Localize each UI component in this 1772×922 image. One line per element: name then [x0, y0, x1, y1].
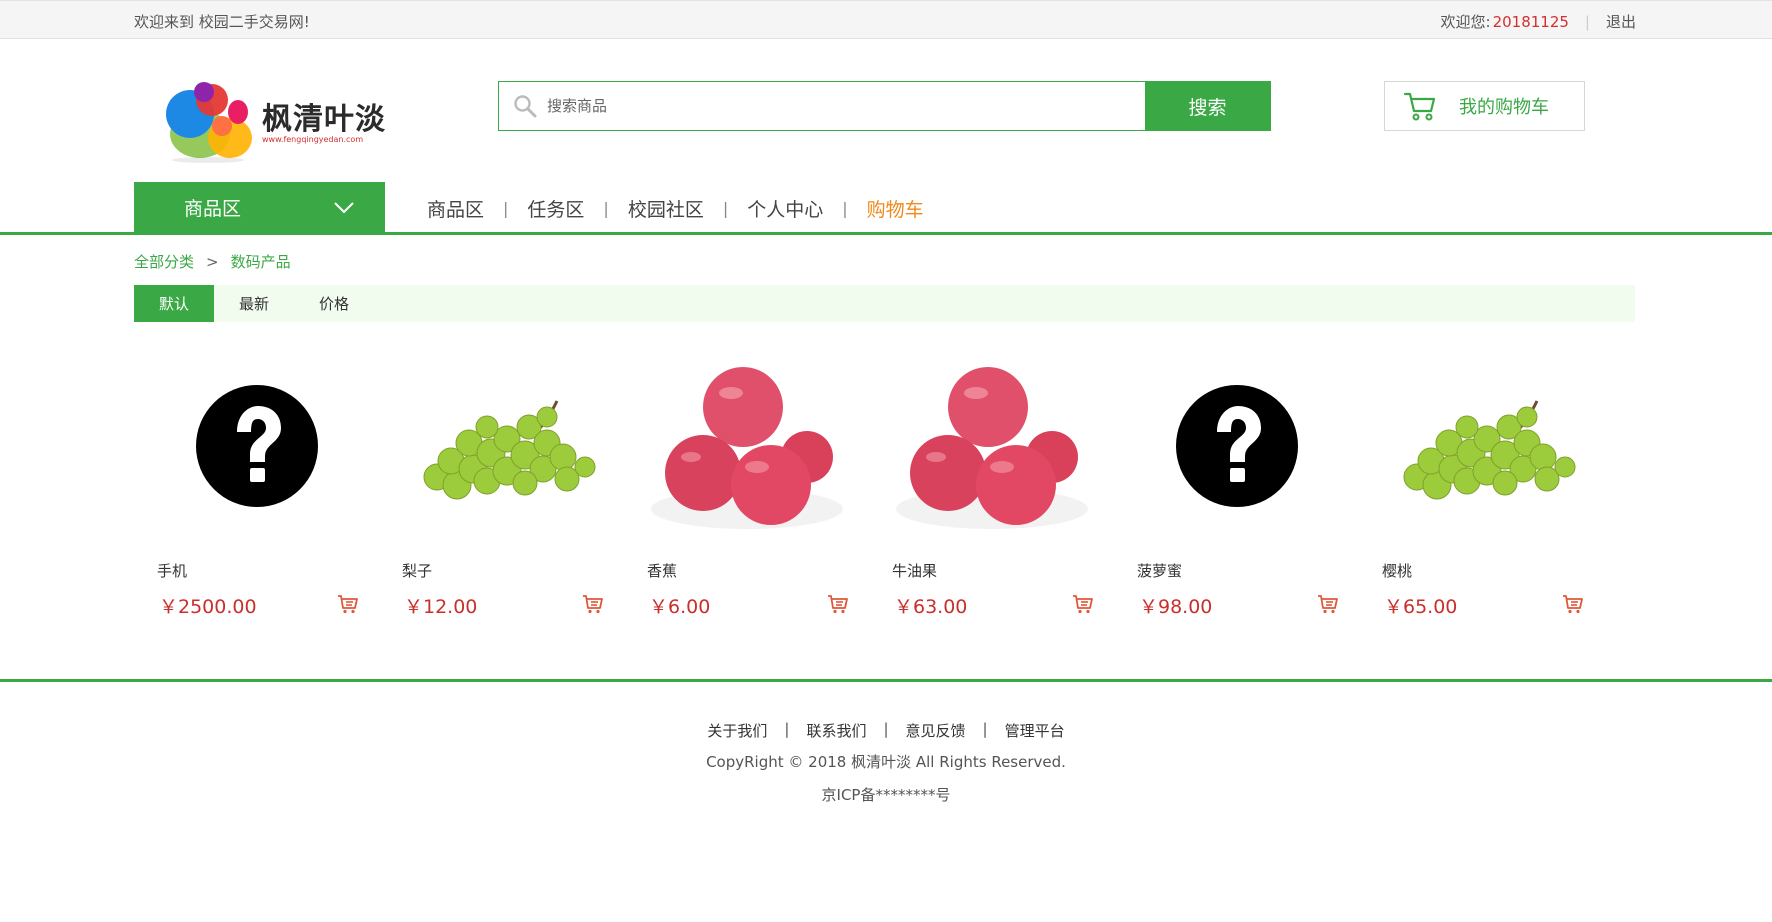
- product-card[interactable]: 手机 ￥2500.00: [134, 346, 379, 628]
- site-logo[interactable]: 枫清叶淡 www.fengqingyedan.com: [160, 78, 385, 164]
- product-card[interactable]: 菠萝蜜 ￥98.00: [1114, 346, 1359, 628]
- apples-image: [895, 367, 1088, 529]
- product-name[interactable]: 菠萝蜜: [1137, 560, 1182, 581]
- category-dropdown[interactable]: 商品区: [134, 182, 385, 233]
- nav-item-tasks[interactable]: 任务区: [527, 195, 584, 222]
- user-id[interactable]: 20181125: [1493, 13, 1569, 31]
- divider: |: [1584, 12, 1590, 31]
- sort-default-tab[interactable]: 默认: [134, 285, 214, 322]
- footer-separator: |: [784, 720, 790, 738]
- sort-newest-tab[interactable]: 最新: [214, 285, 294, 322]
- footer-separator: |: [883, 720, 889, 738]
- question-placeholder-icon: [195, 385, 318, 507]
- nav-item-products[interactable]: 商品区: [427, 195, 484, 222]
- footer-link-about[interactable]: 关于我们: [707, 720, 767, 741]
- product-card[interactable]: 樱桃 ￥65.00: [1359, 346, 1604, 628]
- nav-separator: |: [722, 199, 729, 218]
- nav-separator: |: [603, 199, 609, 218]
- breadcrumb-separator: >: [206, 252, 219, 271]
- grapes-image: [1403, 400, 1575, 500]
- search-input[interactable]: [547, 97, 1027, 115]
- logout-link[interactable]: 退出: [1606, 11, 1636, 32]
- logo-brand-text: 枫清叶淡: [262, 102, 386, 137]
- grapes-image: [423, 400, 595, 500]
- breadcrumb: 全部分类 > 数码产品: [134, 251, 291, 272]
- search-icon: [514, 95, 537, 118]
- sort-bar: 默认 最新 价格: [134, 285, 1635, 322]
- main-nav: 商品区 | 任务区 | 校园社区 | 个人中心 | 购物车: [427, 195, 924, 222]
- nav-divider-line: [0, 232, 1772, 235]
- user-area: 欢迎您: 20181125 | 退出: [1441, 11, 1637, 32]
- sort-price-tab[interactable]: 价格: [294, 285, 374, 322]
- footer-link-contact[interactable]: 联系我们: [806, 720, 866, 741]
- product-price: ￥6.00: [649, 596, 711, 618]
- product-image[interactable]: [399, 346, 604, 546]
- greeting-text: 欢迎您:: [1440, 13, 1491, 31]
- footer-separator: |: [982, 720, 988, 738]
- copyright-text: CopyRight © 2018 枫清叶淡 All Rights Reserve…: [706, 753, 1066, 771]
- top-bar: 欢迎来到 校园二手交易网! 欢迎您: 20181125 | 退出: [0, 0, 1772, 39]
- my-cart-button[interactable]: 我的购物车: [1384, 81, 1585, 131]
- apples-image: [650, 367, 843, 529]
- search-button[interactable]: 搜索: [1145, 82, 1270, 130]
- add-to-cart-icon[interactable]: [582, 594, 604, 614]
- footer-link-feedback[interactable]: 意见反馈: [906, 720, 966, 741]
- footer-link-admin[interactable]: 管理平台: [1005, 720, 1065, 741]
- search-field-wrapper: [499, 82, 1145, 130]
- product-price: ￥98.00: [1139, 596, 1213, 618]
- add-to-cart-icon[interactable]: [827, 594, 849, 614]
- nav-separator: |: [842, 199, 848, 218]
- add-to-cart-icon[interactable]: [1562, 594, 1584, 614]
- product-name[interactable]: 香蕉: [647, 560, 677, 581]
- product-image[interactable]: [154, 346, 359, 546]
- product-price: ￥63.00: [894, 596, 968, 618]
- product-image[interactable]: [1134, 346, 1339, 546]
- product-card[interactable]: 牛油果 ￥63.00: [869, 346, 1114, 628]
- footer-links: 关于我们 | 联系我们 | 意见反馈 | 管理平台: [0, 720, 1772, 741]
- footer-divider-line: [0, 679, 1772, 682]
- my-cart-label: 我的购物车: [1459, 97, 1549, 118]
- question-placeholder-icon: [1175, 385, 1298, 507]
- product-card[interactable]: 梨子 ￥12.00: [379, 346, 624, 628]
- shopping-cart-icon: [1403, 92, 1436, 121]
- product-card[interactable]: 香蕉 ￥6.00: [624, 346, 869, 628]
- product-image[interactable]: [1379, 346, 1584, 546]
- nav-separator: |: [503, 199, 509, 218]
- welcome-text: 欢迎来到 校园二手交易网!: [134, 13, 310, 31]
- product-name[interactable]: 牛油果: [892, 560, 937, 581]
- breadcrumb-current-link[interactable]: 数码产品: [231, 251, 291, 272]
- product-price: ￥65.00: [1384, 596, 1458, 618]
- add-to-cart-icon[interactable]: [337, 594, 359, 614]
- add-to-cart-icon[interactable]: [1317, 594, 1339, 614]
- product-price: ￥12.00: [404, 596, 478, 618]
- product-grid: 手机 ￥2500.00 梨子 ￥12.00 香蕉 ￥6.00 牛油果 ￥63.0…: [134, 346, 1635, 628]
- chevron-down-icon: [334, 201, 354, 213]
- product-image[interactable]: [644, 346, 849, 546]
- logo-mark-icon: [166, 82, 252, 163]
- product-image[interactable]: [889, 346, 1094, 546]
- product-price: ￥2500.00: [159, 596, 257, 618]
- logo-url-text: www.fengqingyedan.com: [262, 135, 364, 144]
- add-to-cart-icon[interactable]: [1072, 594, 1094, 614]
- nav-item-community[interactable]: 校园社区: [628, 195, 704, 222]
- nav-item-cart[interactable]: 购物车: [867, 195, 924, 222]
- nav-item-profile[interactable]: 个人中心: [747, 195, 823, 222]
- product-name[interactable]: 手机: [157, 560, 187, 581]
- search-bar: 搜索: [498, 81, 1271, 131]
- breadcrumb-root-link[interactable]: 全部分类: [134, 251, 194, 272]
- category-dropdown-label: 商品区: [184, 198, 242, 220]
- product-name[interactable]: 樱桃: [1382, 560, 1412, 581]
- product-name[interactable]: 梨子: [402, 560, 432, 581]
- icp-text: 京ICP备********号: [821, 786, 951, 804]
